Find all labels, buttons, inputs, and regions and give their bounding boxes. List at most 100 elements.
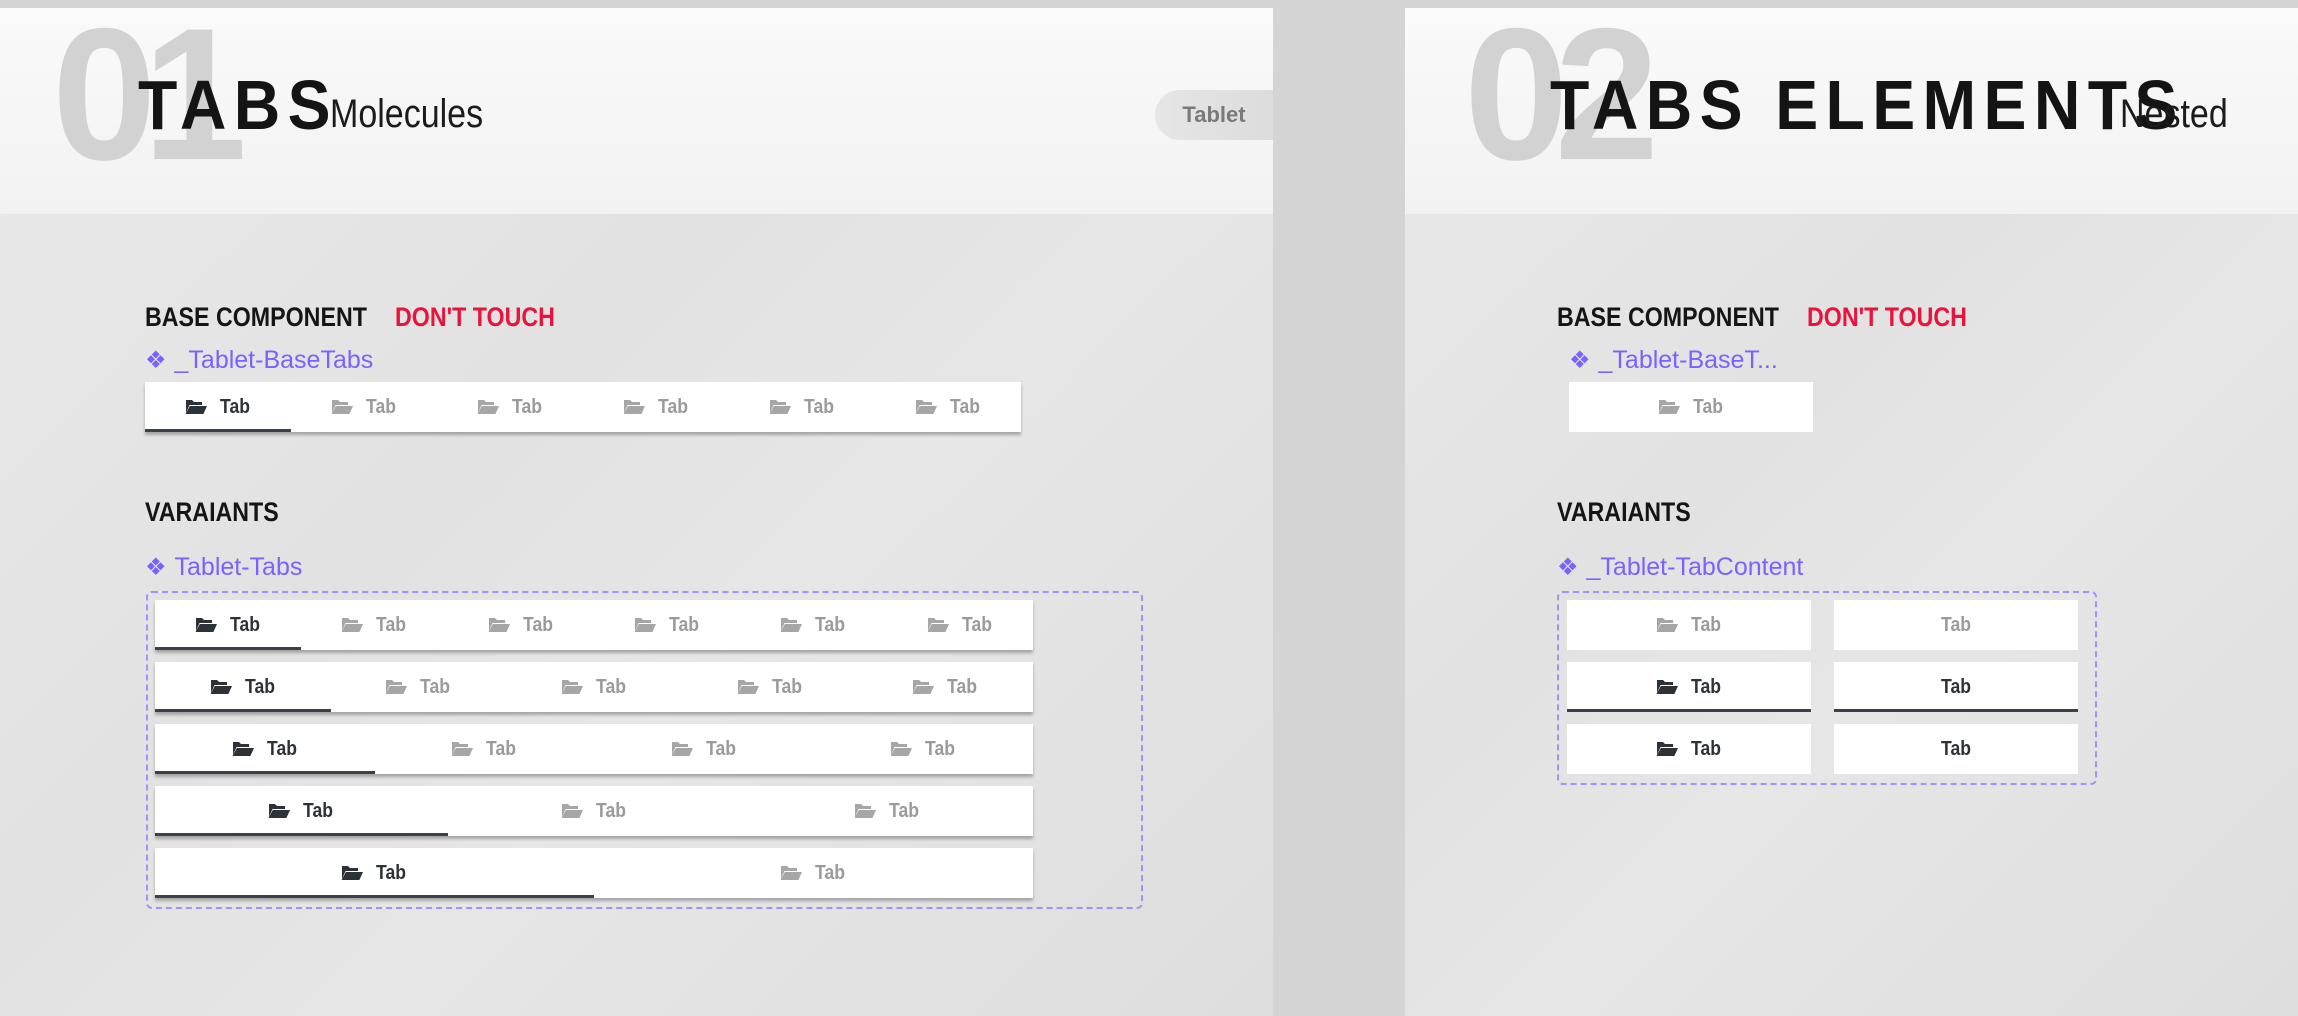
tab[interactable]: Tab — [506, 662, 682, 712]
tab[interactable]: Tab — [448, 786, 741, 836]
board-header: 02 TABS ELEMENTS Nested — [1405, 8, 2298, 214]
folder-open-icon — [560, 803, 584, 819]
tab[interactable]: Tab — [594, 724, 814, 774]
base-component-label[interactable]: ❖ _Tablet-BaseTabs — [145, 346, 373, 375]
variants-component-label[interactable]: ❖ Tablet-Tabs — [145, 553, 302, 582]
tab-label: Tab — [1940, 613, 1971, 636]
tab[interactable]: Tab — [448, 600, 594, 650]
tab[interactable]: Tab — [814, 724, 1034, 774]
tab-content-default[interactable]: Tab — [1834, 600, 2078, 650]
variants-heading: VARAIANTS — [145, 497, 279, 527]
board-title: TABS — [138, 66, 338, 144]
tab[interactable]: Tab — [1834, 600, 2078, 650]
dont-touch-warning: DON'T TOUCH — [395, 302, 555, 332]
folder-open-icon — [633, 617, 657, 633]
tab-label: Tab — [303, 799, 334, 822]
tab[interactable]: Tab — [740, 786, 1033, 836]
variant-tabs-6[interactable]: Tab Tab Tab Tab Tab Tab — [155, 600, 1033, 650]
base-tab-content[interactable]: Tab — [1569, 382, 1813, 432]
component-diamond-icon: ❖ — [145, 554, 167, 581]
tab[interactable]: Tab — [594, 600, 740, 650]
tab-label: Tab — [376, 861, 407, 884]
tab[interactable]: Tab — [887, 600, 1033, 650]
folder-open-icon — [736, 679, 760, 695]
board-tabs-molecules[interactable]: 01 TABS Molecules Tablet BASE COMPONENT … — [0, 8, 1273, 1016]
tab[interactable]: Tab — [301, 600, 447, 650]
tab-active[interactable]: Tab — [1567, 662, 1811, 712]
folder-open-icon — [779, 865, 803, 881]
folder-open-icon — [622, 399, 646, 415]
tab-content-hover[interactable]: Tab — [1567, 724, 1811, 774]
tab[interactable]: Tab — [1569, 382, 1813, 432]
component-diamond-icon: ❖ — [1569, 347, 1591, 374]
base-tabs-bar[interactable]: Tab Tab Tab Tab Tab Tab — [145, 382, 1021, 432]
folder-open-icon — [184, 399, 208, 415]
tab[interactable]: Tab — [291, 382, 437, 432]
folder-open-icon — [267, 803, 291, 819]
tab-label: Tab — [1690, 675, 1721, 698]
tab-active[interactable]: Tab — [145, 382, 291, 432]
board-tabs-elements-nested[interactable]: 02 TABS ELEMENTS Nested BASE COMPONENT D… — [1405, 8, 2298, 1016]
base-component-label[interactable]: ❖ _Tablet-BaseT... — [1569, 346, 1778, 375]
tab-active[interactable]: Tab — [155, 848, 594, 898]
folder-open-icon — [1657, 399, 1681, 415]
tab[interactable]: Tab — [594, 848, 1033, 898]
tab-label: Tab — [522, 613, 553, 636]
variants-component-label[interactable]: ❖ _Tablet-TabContent — [1557, 553, 1803, 582]
tab[interactable]: Tab — [875, 382, 1021, 432]
base-component-name: _Tablet-BaseT... — [1598, 346, 1778, 374]
dont-touch-warning: DON'T TOUCH — [1807, 302, 1967, 332]
tab-label: Tab — [888, 799, 919, 822]
tab-label: Tab — [1692, 395, 1723, 418]
folder-open-icon — [560, 679, 584, 695]
tab-label: Tab — [511, 395, 542, 418]
tab-active[interactable]: Tab — [155, 600, 302, 650]
tab[interactable]: Tab — [437, 382, 583, 432]
tab[interactable]: Tab — [682, 662, 858, 712]
tab-label: Tab — [925, 737, 956, 760]
tab[interactable]: Tab — [740, 600, 886, 650]
tab[interactable]: Tab — [729, 382, 875, 432]
variants-component-name: Tablet-Tabs — [174, 553, 303, 581]
tab-label: Tab — [669, 613, 700, 636]
tab[interactable]: Tab — [1567, 600, 1811, 650]
folder-open-icon — [330, 399, 354, 415]
folder-open-icon — [340, 865, 364, 881]
tab[interactable]: Tab — [331, 662, 507, 712]
tab[interactable]: Tab — [1834, 724, 2078, 774]
tab-content-hover[interactable]: Tab — [1834, 724, 2078, 774]
tab-label: Tab — [803, 395, 834, 418]
folder-open-icon — [209, 679, 233, 695]
board-header: 01 TABS Molecules Tablet — [0, 8, 1273, 214]
variant-tabs-5[interactable]: Tab Tab Tab Tab Tab — [155, 662, 1033, 712]
folder-open-icon — [340, 617, 364, 633]
device-badge[interactable]: Tablet — [1155, 90, 1273, 140]
tab-label: Tab — [486, 737, 517, 760]
tab-label: Tab — [947, 675, 978, 698]
folder-open-icon — [670, 741, 694, 757]
variant-tabs-2[interactable]: Tab Tab — [155, 848, 1033, 898]
variant-tabs-3[interactable]: Tab Tab Tab — [155, 786, 1033, 836]
tab-active[interactable]: Tab — [155, 662, 331, 712]
tab-label: Tab — [365, 395, 396, 418]
tab[interactable]: Tab — [857, 662, 1033, 712]
tab[interactable]: Tab — [1567, 724, 1811, 774]
tab-active[interactable]: Tab — [155, 724, 375, 774]
folder-open-icon — [779, 617, 803, 633]
tab[interactable]: Tab — [375, 724, 595, 774]
tab-content-default[interactable]: Tab — [1567, 600, 1811, 650]
tab-label: Tab — [420, 675, 451, 698]
base-component-name: _Tablet-BaseTabs — [174, 346, 374, 374]
folder-open-icon — [476, 399, 500, 415]
variant-tabs-4[interactable]: Tab Tab Tab Tab — [155, 724, 1033, 774]
tab-active[interactable]: Tab — [1834, 662, 2078, 712]
tab-content-active[interactable]: Tab — [1834, 662, 2078, 712]
tab-active[interactable]: Tab — [155, 786, 448, 836]
folder-open-icon — [911, 679, 935, 695]
component-diamond-icon: ❖ — [145, 347, 167, 374]
folder-open-icon — [487, 617, 511, 633]
variants-component-name: _Tablet-TabContent — [1586, 553, 1804, 581]
tab-content-active[interactable]: Tab — [1567, 662, 1811, 712]
tab-label: Tab — [595, 675, 626, 698]
tab[interactable]: Tab — [583, 382, 729, 432]
